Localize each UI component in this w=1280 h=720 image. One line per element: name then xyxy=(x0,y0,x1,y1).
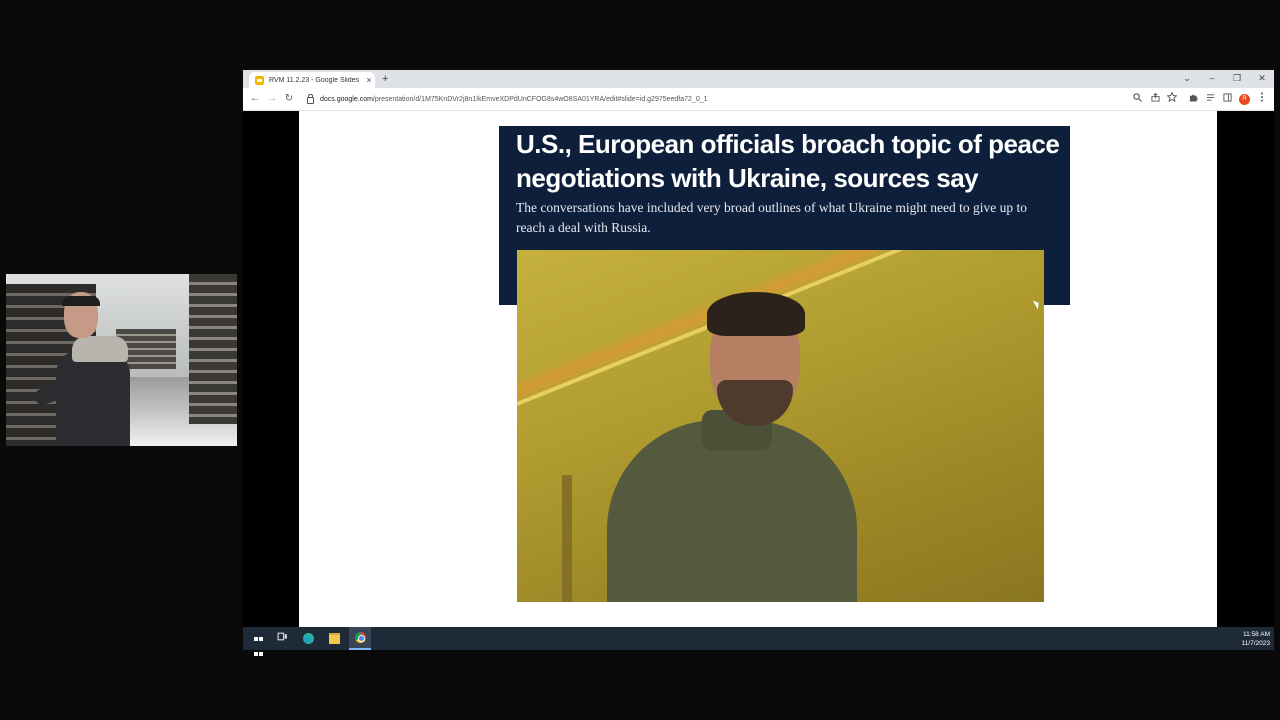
kebab-menu-icon[interactable] xyxy=(1255,92,1269,106)
browser-window: RVM 11.2.23 - Google Slides × + ⌄ – ❐ ✕ … xyxy=(243,70,1274,656)
article-headline: U.S., European officials broach topic of… xyxy=(516,129,1060,193)
minimize-button[interactable]: – xyxy=(1205,71,1219,85)
tab-google-slides[interactable]: RVM 11.2.23 - Google Slides × xyxy=(249,72,375,88)
zoom-icon[interactable] xyxy=(1130,92,1144,106)
presenter-jacket xyxy=(56,350,130,446)
reload-button[interactable]: ↻ xyxy=(282,92,296,106)
chrome-browser-icon[interactable] xyxy=(349,627,371,650)
side-panel-icon[interactable] xyxy=(1220,92,1234,106)
profile-avatar[interactable]: R xyxy=(1239,94,1250,105)
close-window-button[interactable]: ✕ xyxy=(1255,71,1269,85)
url-path: /presentation/d/1M75KnDVr2j8n1IkEmveXDPd… xyxy=(372,95,708,103)
system-clock[interactable]: 11:58 AM 11/7/2023 xyxy=(1242,630,1270,648)
presenter-hood xyxy=(72,336,128,362)
article-subhead: The conversations have included very bro… xyxy=(516,200,1027,235)
clock-time: 11:58 AM xyxy=(1243,631,1270,638)
extensions-puzzle-icon[interactable] xyxy=(1186,92,1200,106)
url-text: docs.google.com/presentation/d/1M75KnDVr… xyxy=(320,96,708,103)
article-photo xyxy=(517,250,1044,602)
tab-strip: RVM 11.2.23 - Google Slides × + ⌄ – ❐ ✕ xyxy=(243,70,1274,88)
url-host: docs.google.com xyxy=(320,95,373,103)
new-tab-button[interactable]: + xyxy=(382,72,388,86)
browser-toolbar: ← → ↻ docs.google.com/presentation/d/1M7… xyxy=(243,88,1274,111)
tab-close-icon[interactable]: × xyxy=(363,75,375,85)
reading-list-icon[interactable] xyxy=(1203,92,1217,106)
restore-button[interactable]: ❐ xyxy=(1230,71,1244,85)
tab-search-chevron-icon[interactable]: ⌄ xyxy=(1180,71,1194,85)
share-icon[interactable] xyxy=(1148,92,1162,106)
tab-title: RVM 11.2.23 - Google Slides xyxy=(269,76,360,84)
edge-browser-icon[interactable] xyxy=(301,631,316,646)
windows-taskbar: 11:58 AM 11/7/2023 xyxy=(243,627,1274,656)
bookmark-star-icon[interactable] xyxy=(1165,91,1179,106)
lock-icon xyxy=(307,93,314,104)
subject-hair xyxy=(707,292,805,336)
slides-favicon-icon xyxy=(255,75,264,85)
forward-button[interactable]: → xyxy=(265,92,279,106)
file-explorer-icon[interactable] xyxy=(327,631,342,646)
photo-subject xyxy=(607,280,857,602)
clock-date: 11/7/2023 xyxy=(1241,640,1270,647)
photo-post xyxy=(562,475,572,602)
presenter-headphones xyxy=(62,296,100,306)
windows-start-icon[interactable] xyxy=(251,631,266,656)
webcam-rail-stack-right xyxy=(189,274,237,424)
back-button[interactable]: ← xyxy=(248,92,262,106)
webcam-overlay xyxy=(6,274,237,446)
slide-canvas[interactable]: U.S., European officials broach topic of… xyxy=(299,111,1217,627)
webcam-presenter xyxy=(32,292,130,446)
task-view-icon[interactable] xyxy=(275,631,290,646)
address-bar[interactable]: docs.google.com/presentation/d/1M75KnDVr… xyxy=(303,91,1153,107)
